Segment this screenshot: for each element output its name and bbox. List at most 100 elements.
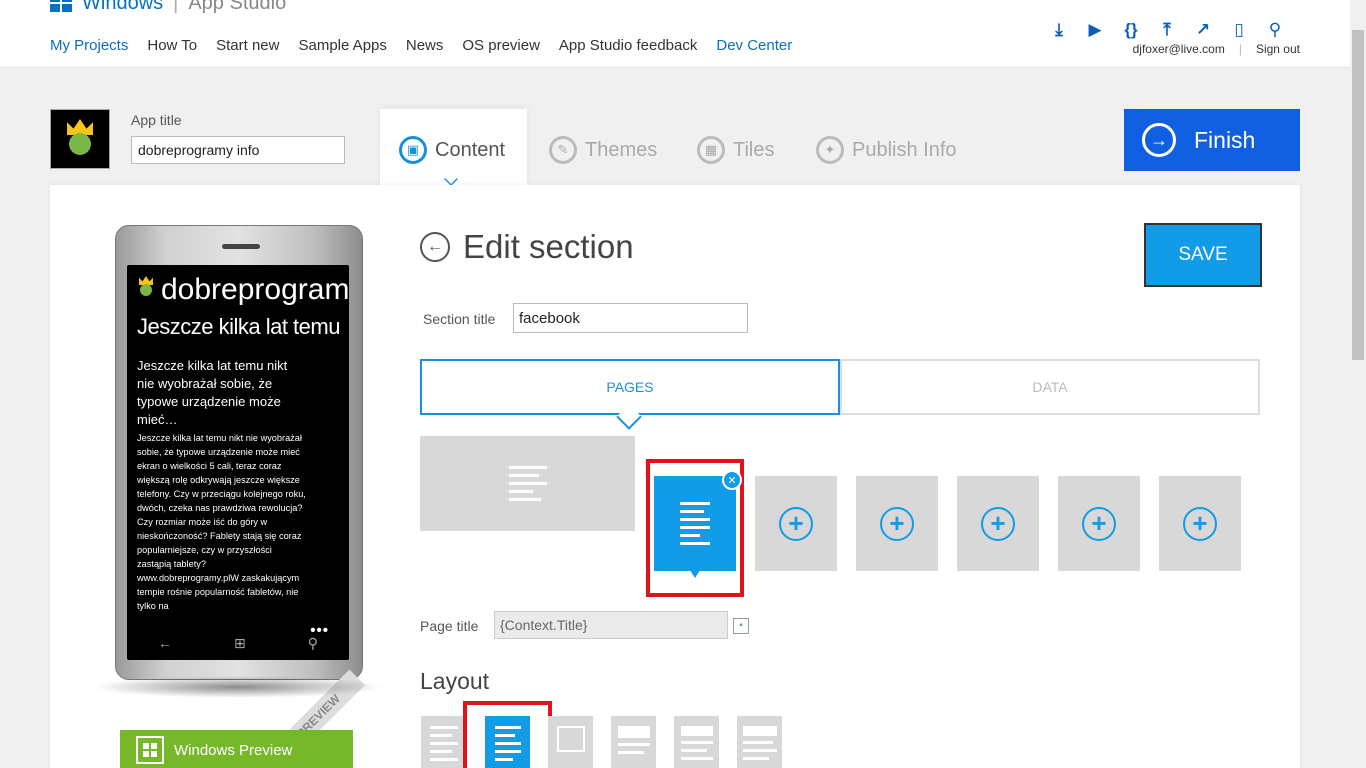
section-title-input[interactable] (513, 303, 748, 333)
tab-tiles[interactable]: ▦ Tiles (697, 136, 774, 164)
windows-preview-button[interactable]: Windows Preview (120, 730, 353, 768)
layout-lines-icon (680, 726, 713, 760)
save-button[interactable]: SAVE (1144, 223, 1262, 287)
user-email[interactable]: djfoxer@live.com (1133, 42, 1225, 56)
themes-icon: ✎ (549, 136, 577, 164)
tab-themes-label: Themes (585, 138, 658, 161)
nav-dev-center[interactable]: Dev Center (716, 37, 792, 54)
user-separator: | (1238, 42, 1242, 56)
app-logo-icon (137, 276, 155, 302)
tab-content-label: Content (435, 138, 506, 161)
page-list-item[interactable] (420, 436, 635, 531)
nav-sample-apps[interactable]: Sample Apps (298, 37, 386, 54)
nav-how-to[interactable]: How To (147, 37, 197, 54)
download-icon[interactable]: ⤓ (1050, 20, 1068, 40)
search-icon[interactable]: ⚲ (1266, 20, 1284, 40)
phone-body-text: Jeszcze kilka lat temu nikt nie wyobraża… (137, 433, 306, 611)
page-title: Edit section (463, 228, 634, 265)
windows-preview-label: Windows Preview (174, 741, 293, 759)
back-arrow-icon[interactable]: ← (420, 232, 450, 262)
app-icon[interactable] (50, 109, 110, 169)
windows-logo-icon (136, 736, 164, 764)
plus-icon: + (1082, 506, 1116, 541)
finish-label: Finish (1194, 126, 1256, 153)
subtab-data[interactable]: DATA (840, 359, 1260, 415)
nav-feedback[interactable]: App Studio feedback (559, 37, 697, 54)
nav-os-preview[interactable]: OS preview (462, 37, 540, 54)
toolbar-icons: ⤓ ▶ {} ⤒ ↗ ▯ ⚲ (1050, 20, 1284, 40)
phone-preview: dobreprogramy info Jeszcze kilka lat tem… (115, 225, 365, 763)
add-page-button[interactable]: + (856, 476, 938, 571)
layout-lines-icon (742, 726, 777, 760)
layout-option-image-text[interactable] (611, 716, 656, 768)
binding-icon[interactable]: ▪ (733, 618, 749, 634)
finish-button[interactable]: → Finish (1124, 109, 1300, 171)
selected-layout-highlight (463, 701, 552, 768)
page-lines-icon (508, 466, 547, 501)
phone-shadow (92, 676, 384, 698)
add-page-button[interactable]: + (957, 476, 1039, 571)
phone-page-title: Jeszcze kilka lat temu (137, 314, 340, 339)
nav-my-projects[interactable]: My Projects (50, 37, 128, 54)
layout-option-image[interactable] (548, 716, 593, 768)
phone-screen: dobreprogramy info Jeszcze kilka lat tem… (127, 265, 349, 660)
page-title-label: Page title (420, 618, 479, 634)
brand-product: App Studio (188, 0, 287, 14)
page-detail-selected[interactable] (654, 476, 736, 571)
content-icon: ▣ (399, 136, 427, 164)
phone-summary: Jeszcze kilka lat temu nikt nie wyobraża… (137, 358, 288, 427)
sign-out-link[interactable]: Sign out (1256, 42, 1300, 56)
main-nav: My Projects How To Start new Sample Apps… (50, 37, 792, 54)
close-icon[interactable]: ✕ (722, 470, 742, 490)
scrollbar-thumb[interactable] (1352, 30, 1364, 360)
phone-app-header: dobreprogramy info (137, 273, 349, 307)
nav-start-new[interactable]: Start new (216, 37, 279, 54)
page-title-input[interactable] (494, 611, 728, 639)
tab-themes[interactable]: ✎ Themes (549, 136, 657, 164)
windows-icon: ⊞ (234, 634, 246, 651)
device-icon[interactable]: ▯ (1230, 20, 1248, 40)
layout-option-header-text[interactable] (674, 716, 719, 768)
layout-lines-icon (617, 726, 650, 754)
phone-app-name: dobreprogramy info (161, 273, 349, 306)
brand-separator: | (173, 0, 179, 14)
page-lines-icon (680, 502, 710, 545)
tab-content[interactable]: ▣ Content (399, 136, 505, 164)
code-icon[interactable]: {} (1122, 20, 1140, 40)
tab-publish-label: Publish Info (852, 138, 957, 161)
image-icon (556, 726, 585, 752)
add-page-button[interactable]: + (1159, 476, 1241, 571)
phone-nav-bar: ← ⊞ ⚲ (127, 626, 349, 660)
play-icon[interactable]: ▶ (1086, 20, 1104, 40)
tab-tiles-label: Tiles (733, 138, 775, 161)
back-arrow-icon: ← (158, 635, 172, 651)
app-logo-icon (63, 119, 97, 159)
section-title-label: Section title (423, 311, 496, 327)
layout-lines-icon (429, 726, 458, 761)
upload-icon[interactable]: ⤒ (1158, 20, 1176, 40)
user-info: djfoxer@live.com | Sign out (1133, 42, 1300, 56)
nav-news[interactable]: News (406, 37, 444, 54)
plus-icon: + (779, 506, 813, 541)
phone-speaker (222, 244, 260, 249)
layout-heading: Layout (420, 668, 490, 694)
layout-option-text[interactable] (421, 716, 466, 768)
app-title-input[interactable] (131, 136, 345, 164)
analytics-icon[interactable]: ↗ (1194, 20, 1212, 40)
plus-icon: + (981, 506, 1015, 541)
windows-logo-icon (50, 0, 72, 12)
brand[interactable]: Windows | App Studio (50, 0, 287, 14)
plus-icon: + (1183, 506, 1217, 541)
plus-icon: + (880, 506, 914, 541)
tiles-icon: ▦ (697, 136, 725, 164)
search-icon: ⚲ (307, 634, 318, 651)
publish-icon: ✦ (816, 136, 844, 164)
layout-option-banner-text[interactable] (737, 716, 782, 768)
app-title-label: App title (131, 112, 182, 128)
arrow-right-icon: → (1142, 123, 1176, 157)
top-bar: Windows | App Studio My Projects How To … (0, 0, 1350, 68)
brand-name: Windows (82, 0, 164, 14)
add-page-button[interactable]: + (1058, 476, 1140, 571)
tab-publish-info[interactable]: ✦ Publish Info (816, 136, 957, 164)
add-page-button[interactable]: + (755, 476, 837, 571)
